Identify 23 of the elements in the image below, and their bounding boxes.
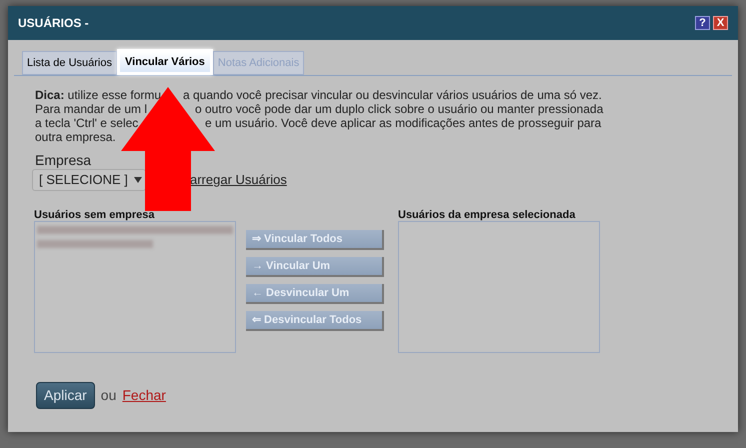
tip-text: a quando você precisar vincular ou desvincular vários usuários de uma só vez. [183, 88, 602, 102]
close-button[interactable]: X [713, 16, 728, 30]
help-button[interactable]: ? [695, 16, 710, 30]
apply-button[interactable]: Aplicar [36, 382, 95, 409]
tip-text: Dica: utilize esse formu [35, 88, 162, 102]
tip-text: outra empresa. [35, 130, 116, 144]
list-title: Usuários sem empresa [34, 209, 156, 221]
tip-text: o outro você pode dar um duplo click sobre o usuário ou manter pressionada [195, 102, 604, 116]
empresa-select[interactable]: [ SELECIONE ] [32, 169, 146, 191]
list-title: Usuários da empresa selecionada [398, 209, 576, 221]
company-user-list[interactable] [398, 221, 600, 353]
empresa-label: Empresa [35, 152, 92, 168]
tip-text: a tecla 'Ctrl' e selec [35, 116, 140, 130]
load-users-link[interactable]: arregar Usuários [190, 173, 287, 187]
user-list[interactable] [34, 221, 236, 353]
caret-icon [134, 177, 142, 183]
tab[interactable]: Lista de Usuários [22, 51, 117, 75]
tip-text: e um usuário. Você deve aplicar as modificações antes de prosseguir para [205, 116, 602, 130]
or-text: ou [100, 386, 116, 405]
tip-text: Para mandar de um l [35, 102, 148, 116]
window-title: USUÁRIOS - [18, 15, 90, 32]
tab[interactable]: Vincular Vários [117, 49, 213, 75]
close-link[interactable]: Fechar [122, 385, 166, 406]
